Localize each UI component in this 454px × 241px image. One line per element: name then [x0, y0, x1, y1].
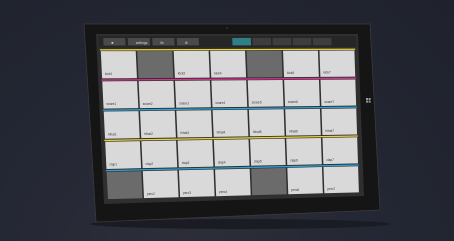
- drum-pad[interactable]: [106, 171, 143, 200]
- pad-label: snare6: [288, 100, 298, 104]
- toolbar-button-label: ■: [111, 41, 113, 45]
- tablet-scene: ■ settings lib ⚙ kick1 kick3 kick4 kick6 kick7 sn…: [0, 0, 454, 241]
- pad-label: perc7: [327, 187, 335, 191]
- pad-label: kick4: [214, 71, 221, 75]
- pad-label: kick7: [323, 71, 330, 75]
- pad-label: snare3: [179, 101, 189, 105]
- tab-5[interactable]: [312, 37, 332, 46]
- tab-3[interactable]: [272, 37, 292, 46]
- pad-label: hihat5: [253, 130, 262, 134]
- pad-label: kick6: [287, 71, 294, 75]
- drum-pad[interactable]: [251, 167, 287, 196]
- pad-label: hihat6: [289, 129, 298, 133]
- toolbar-button-label: settings: [136, 41, 148, 45]
- pad-label: perc6: [291, 188, 299, 192]
- tab-2[interactable]: [252, 37, 272, 46]
- pad-label: clap1: [109, 163, 117, 167]
- pad-label: snare5: [252, 101, 262, 105]
- pad-label: hihat3: [180, 131, 189, 135]
- pad-label: snare7: [324, 100, 334, 104]
- camera-dot: [225, 26, 229, 30]
- toolbar-button-label: lib: [160, 41, 164, 45]
- pad-label: kick1: [105, 72, 112, 76]
- pad-label: snare4: [215, 101, 225, 105]
- pad-label: clap5: [254, 159, 262, 163]
- toolbar-button-label: ⚙: [185, 41, 188, 45]
- stop-button[interactable]: [103, 37, 126, 46]
- pad-label: hihat4: [217, 131, 226, 135]
- gear-button[interactable]: [176, 37, 200, 46]
- pad-label: perc2: [147, 192, 155, 196]
- drum-pad[interactable]: [137, 51, 174, 79]
- pad-label: clap4: [218, 160, 226, 164]
- pad-label: clap7: [326, 158, 334, 162]
- tablet-illustration: ■ settings lib ⚙ kick1 kick3 kick4 kick6 kick7 sn…: [83, 23, 390, 229]
- tab-1[interactable]: [232, 37, 252, 46]
- pad-label: clap3: [182, 161, 190, 165]
- pad-label: kick3: [178, 72, 185, 76]
- pad-label: clap6: [290, 159, 298, 163]
- tab-4[interactable]: [292, 37, 312, 46]
- pad-label: hihat2: [144, 132, 153, 136]
- drum-pad[interactable]: [246, 50, 283, 78]
- pad-label: perc4: [219, 190, 227, 194]
- pad-label: snare2: [143, 102, 153, 106]
- pad-label: hihat1: [108, 132, 117, 136]
- pad-label: perc3: [183, 191, 191, 195]
- pad-label: hihat7: [325, 129, 334, 133]
- pad-label: clap2: [146, 162, 154, 166]
- pad-label: snare1: [106, 102, 116, 106]
